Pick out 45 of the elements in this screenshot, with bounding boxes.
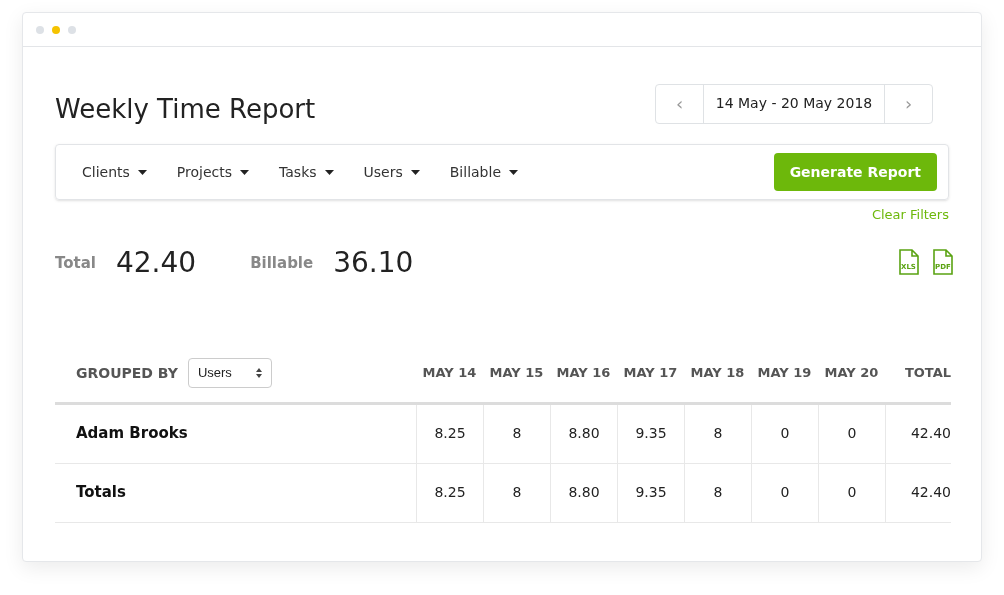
grouped-by-select[interactable]: Users <box>187 358 272 388</box>
column-header: MAY 17 <box>622 364 679 383</box>
table-cell: 8.25 <box>416 404 483 463</box>
summary-value: 42.40 <box>116 248 197 277</box>
table-cell: 0 <box>818 463 885 522</box>
column-header: MAY 16 <box>555 364 612 383</box>
table-cell: 8 <box>483 404 550 463</box>
filter-dropdown[interactable]: Clients <box>82 161 147 183</box>
table-cell: 8.80 <box>550 463 617 522</box>
column-header: MAY 14 <box>421 364 478 383</box>
table-cell: 8.25 <box>416 463 483 522</box>
table-cell: 8 <box>684 404 751 463</box>
filter-dropdown[interactable]: Users <box>363 161 420 183</box>
up-down-arrows-icon <box>255 368 262 378</box>
table-cell: 9.35 <box>617 404 684 463</box>
caret-icon <box>324 169 334 175</box>
table-cell: 42.40 <box>885 404 951 463</box>
caret-icon <box>509 169 518 175</box>
table-cell: 42.40 <box>885 463 951 522</box>
filter-dropdown[interactable]: Tasks <box>279 161 334 183</box>
table-cell: 0 <box>751 463 818 522</box>
column-header: MAY 19 <box>756 364 813 383</box>
filter-dropdown[interactable]: Projects <box>176 161 250 183</box>
table-cell: 8 <box>684 463 751 522</box>
summary-label: Total <box>55 253 96 274</box>
column-header: MAY 18 <box>689 364 746 383</box>
column-header: MAY 15 <box>488 364 545 383</box>
summary-label: Billable <box>250 253 314 274</box>
table-cell: 9.35 <box>617 463 684 522</box>
caret-icon <box>137 169 147 175</box>
table-cell: 8 <box>483 463 550 522</box>
row-name: Adam Brooks <box>76 423 188 445</box>
caret-icon <box>410 169 420 175</box>
filter-dropdown[interactable]: Billable <box>449 161 518 183</box>
page-title: Weekly Time Report <box>55 93 316 126</box>
date-range: 14 May - 20 May 2018 <box>714 94 874 113</box>
summary-value: 36.10 <box>333 248 414 277</box>
grouped-by-label: GROUPED BY <box>76 363 178 383</box>
column-header: TOTAL <box>903 364 951 383</box>
row-name: Totals <box>76 482 126 504</box>
caret-icon <box>240 169 250 175</box>
column-header: MAY 20 <box>823 364 880 383</box>
table-cell: 8.80 <box>550 404 617 463</box>
table-cell: 0 <box>751 404 818 463</box>
table-cell: 0 <box>818 404 885 463</box>
